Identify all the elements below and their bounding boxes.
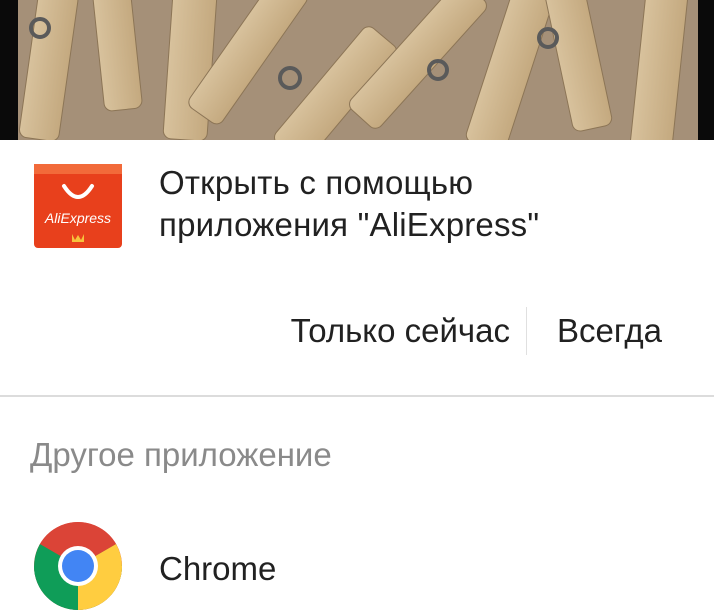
clothespins-image: [18, 0, 698, 140]
open-with-title: Открыть с помощью приложения "AliExpress…: [159, 162, 679, 246]
button-divider: [525, 307, 527, 355]
list-item-chrome[interactable]: Chrome: [0, 506, 714, 616]
chrome-label: Chrome: [159, 550, 277, 587]
action-buttons: Только сейчас Всегда: [291, 307, 662, 355]
always-button[interactable]: Всегда: [557, 312, 662, 350]
aliexpress-icon-text: AliExpress: [44, 210, 111, 226]
section-divider: [0, 395, 714, 397]
other-apps-header: Другое приложение: [30, 436, 332, 473]
chooser-sheet: AliExpress Открыть с помощью приложения …: [0, 140, 714, 616]
chrome-icon: [34, 522, 122, 610]
background-photo: [0, 0, 714, 140]
open-with-line1: Открыть с помощью: [159, 164, 474, 201]
just-once-button[interactable]: Только сейчас: [291, 312, 510, 350]
open-with-line2: приложения "AliExpress": [159, 206, 540, 243]
aliexpress-icon: AliExpress: [34, 160, 122, 248]
